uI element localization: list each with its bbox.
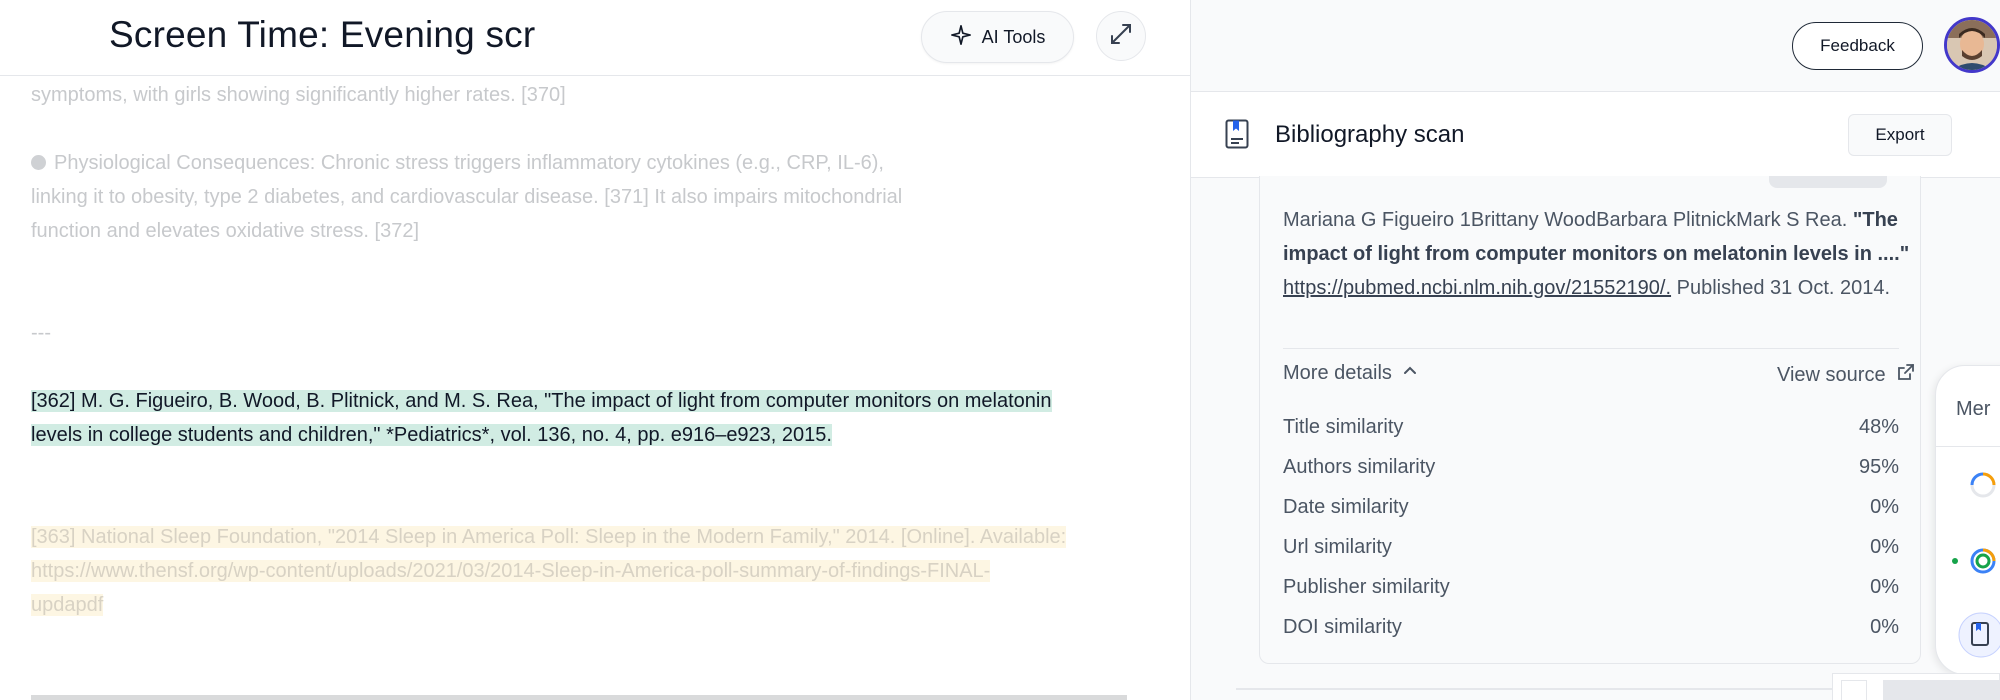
document-header: Screen Time: Evening scr AI Tools (0, 0, 1190, 76)
sparkle-icon (950, 24, 972, 51)
similarity-value: 48% (1858, 415, 1899, 438)
citation-url-link[interactable]: https://pubmed.ncbi.nlm.nih.gov/21552190… (1283, 277, 1671, 299)
similarity-row: Url similarity 0% (1283, 527, 1899, 567)
highlight-yellow: https://www.thensf.org/wp-content/upload… (31, 560, 991, 582)
similarity-row: DOI similarity 0% (1283, 607, 1899, 647)
reference-362-line-1[interactable]: [362] M. G. Figueiro, B. Wood, B. Plitni… (31, 384, 1052, 418)
bottom-widget-left (1841, 680, 1867, 700)
doc-line: symptoms, with girls showing significant… (31, 84, 566, 106)
bullet-icon (31, 155, 46, 170)
similarity-label: Authors similarity (1283, 455, 1436, 478)
more-details-toggle[interactable]: More details (1283, 362, 1418, 385)
bottom-widget[interactable] (1832, 673, 2000, 700)
doc-line: function and elevates oxidative stress. … (31, 220, 420, 242)
expand-button[interactable] (1096, 11, 1146, 61)
similarity-value: 95% (1858, 455, 1899, 478)
ai-tools-label: AI Tools (981, 26, 1046, 47)
similarity-label: Publisher similarity (1283, 575, 1450, 598)
bibliography-title: Bibliography scan (1275, 121, 1465, 148)
more-details-label: More details (1283, 362, 1392, 384)
view-source-label: View source (1777, 363, 1886, 386)
view-source-link[interactable]: View source (1777, 362, 1916, 388)
bibliography-header: Bibliography scan Export (1191, 92, 2000, 178)
export-button[interactable]: Export (1848, 114, 1952, 156)
next-reference-edge (31, 695, 1127, 700)
bookmark-document-icon (1225, 119, 1249, 154)
similarity-value: 0% (1870, 495, 1899, 518)
citation-authors: Mariana G Figueiro 1Brittany WoodBarbara… (1283, 209, 1848, 231)
floating-menu: Mer (1935, 365, 2000, 675)
similarity-row: Title similarity 48% (1283, 407, 1899, 447)
similarity-label: Url similarity (1283, 535, 1392, 558)
similarity-row: Publisher similarity 0% (1283, 567, 1899, 607)
similarity-value: 0% (1870, 575, 1899, 598)
doc-bullet-line: Physiological Consequences: Chronic stre… (31, 146, 884, 180)
reference-363-line-2[interactable]: https://www.thensf.org/wp-content/upload… (31, 554, 991, 588)
expand-icon (1109, 22, 1133, 51)
similarity-list: Title similarity 48% Authors similarity … (1283, 407, 1899, 647)
top-bar: Feedback (1191, 0, 2000, 92)
avatar[interactable] (1944, 17, 2000, 73)
similarity-value: 0% (1870, 615, 1899, 638)
highlight-green: levels in college students and children,… (31, 424, 832, 446)
app-root: Screen Time: Evening scr AI Tools sympto… (0, 0, 2000, 700)
similarity-label: DOI similarity (1283, 615, 1402, 638)
similarity-row: Authors similarity 95% (1283, 447, 1899, 487)
analysis-ring-icon[interactable] (1968, 546, 1998, 581)
document-title[interactable]: Screen Time: Evening scr (109, 14, 535, 56)
reference-363-line-3[interactable]: updapdf (31, 588, 104, 622)
highlight-yellow: [363] National Sleep Foundation, "2014 S… (31, 526, 1067, 548)
doc-line: linking it to obesity, type 2 diabetes, … (31, 186, 903, 208)
bibliography-menu-icon[interactable] (1958, 612, 2000, 663)
feedback-button[interactable]: Feedback (1792, 22, 1923, 70)
similarity-label: Date similarity (1283, 495, 1409, 518)
highlight-yellow: updapdf (31, 594, 104, 616)
card-divider (1283, 348, 1899, 349)
ai-tools-button[interactable]: AI Tools (921, 11, 1074, 63)
card-tab (1769, 176, 1887, 188)
right-panel: Feedback Bibliography scan Export Marian… (1191, 0, 2000, 700)
similarity-row: Date similarity 0% (1283, 487, 1899, 527)
reference-363-line-1[interactable]: [363] National Sleep Foundation, "2014 S… (31, 520, 1067, 554)
doc-separator: --- (31, 322, 51, 344)
bottom-widget-bar (1883, 680, 2000, 700)
citation-published: Published 31 Oct. 2014. (1676, 277, 1891, 299)
highlight-green: [362] M. G. Figueiro, B. Wood, B. Plitni… (31, 390, 1052, 412)
similarity-label: Title similarity (1283, 415, 1404, 438)
external-link-icon (1896, 362, 1916, 388)
similarity-value: 0% (1870, 535, 1899, 558)
reference-362-line-2[interactable]: levels in college students and children,… (31, 418, 832, 452)
status-dot-icon (1952, 558, 1958, 564)
loading-ring-icon[interactable] (1968, 470, 1998, 505)
avatar-image (1947, 20, 1997, 70)
citation-text: Mariana G Figueiro 1Brittany WoodBarbara… (1283, 203, 1923, 305)
doc-line: Physiological Consequences: Chronic stre… (54, 152, 884, 174)
document-pane: Screen Time: Evening scr AI Tools sympto… (0, 0, 1191, 700)
chevron-up-icon (1402, 362, 1418, 385)
menu-label: Mer (1956, 398, 1991, 420)
menu-divider (1936, 446, 2000, 447)
